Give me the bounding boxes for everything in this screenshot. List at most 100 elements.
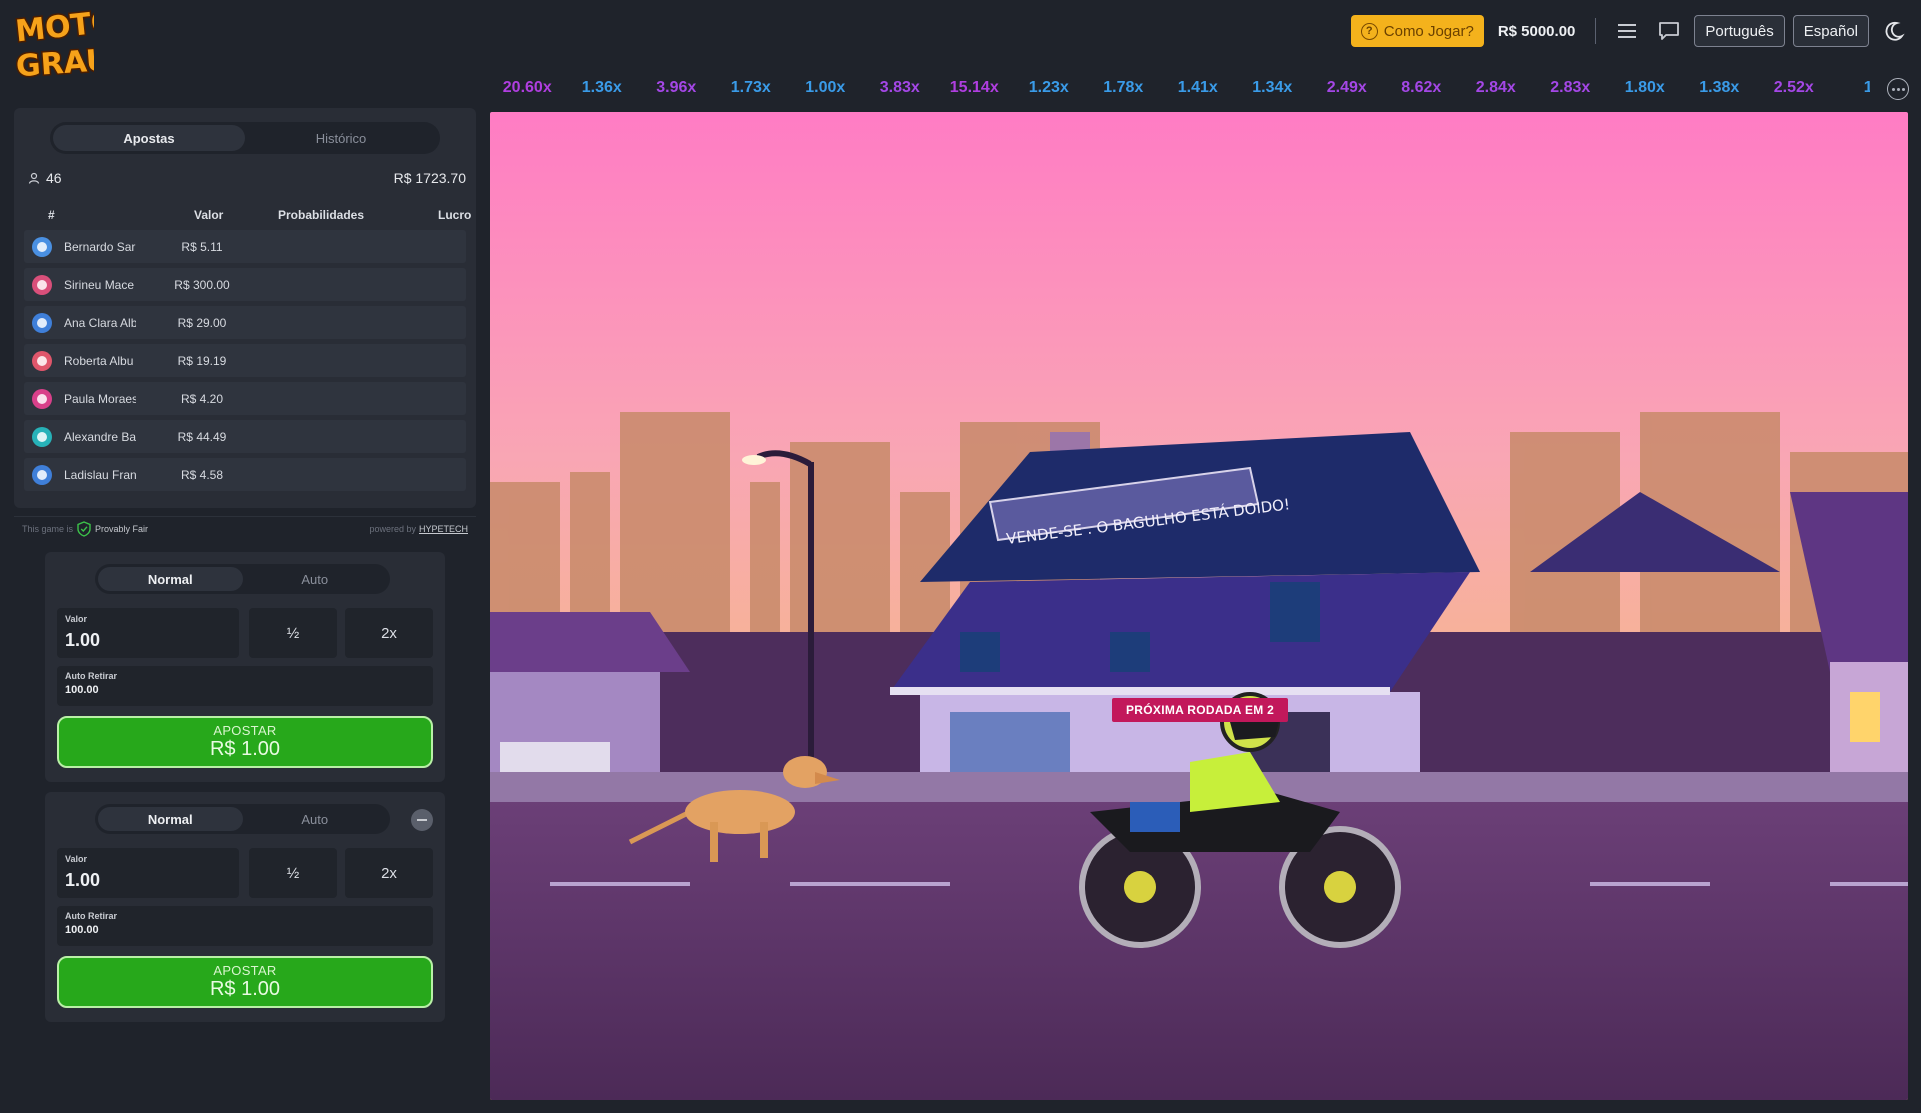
auto-cashout-value: 100.00	[65, 924, 99, 936]
theme-toggle-button[interactable]	[1877, 15, 1911, 47]
chat-button[interactable]	[1652, 15, 1686, 47]
player-count-value: 46	[46, 170, 62, 186]
minus-circle-icon	[417, 819, 427, 821]
auto-cashout-label: Auto Retirar	[65, 911, 118, 921]
provably-fair-bar: This game is Provably Fair powered by HYP…	[14, 516, 476, 540]
place-bet-button[interactable]: APOSTAR R$ 1.00	[57, 956, 433, 1008]
double-bet-button[interactable]: 2x	[345, 608, 433, 658]
player-name: Paula Moraes	[64, 391, 136, 406]
provably-fair-label: Provably Fair	[95, 523, 149, 534]
place-bet-label: APOSTAR	[213, 963, 277, 978]
bet-amount-field[interactable]: Valor 1.00	[57, 608, 239, 658]
multiplier-item: 1.80x	[1624, 79, 1665, 96]
place-bet-amount: R$ 1.00	[209, 738, 281, 760]
bet-value: R$ 300.00	[174, 277, 230, 292]
bets-list: Bernardo Sar R$ 5.11 Sirineu Mace R$ 300.00…	[24, 230, 466, 496]
bets-column-headers: # Valor Probabilidades Lucro	[34, 204, 474, 226]
menu-button[interactable]	[1610, 15, 1644, 47]
avatar	[32, 426, 52, 447]
bet-row: Ana Clara Alb R$ 29.00	[24, 306, 466, 339]
balance-display: R$ 5000.00	[1497, 22, 1576, 40]
tab-normal[interactable]: Normal	[98, 807, 243, 831]
bet-mode-tabs: Normal Auto	[95, 804, 390, 834]
multiplier-item: 15.14x	[949, 79, 999, 96]
bet-panel-1: Normal Auto Valor 1.00 ½ 2x Auto Retirar…	[45, 552, 445, 782]
place-bet-label: APOSTAR	[213, 723, 277, 738]
bet-amount-label: Valor	[65, 854, 88, 864]
provably-fair-link[interactable]: Provably Fair	[77, 520, 149, 537]
player-name: Ana Clara Alb	[64, 315, 136, 330]
powered-by-label: powered by	[369, 523, 416, 534]
bet-value: R$ 29.00	[177, 315, 227, 330]
provably-prefix: This game is	[22, 523, 74, 534]
multiplier-item: 2.52x	[1773, 79, 1814, 96]
bet-value: R$ 5.11	[181, 239, 223, 254]
col-valor: Valor	[194, 208, 224, 222]
tab-auto[interactable]: Auto	[243, 807, 388, 831]
bets-total: R$ 1723.70	[393, 170, 466, 186]
multiplier-history: 20.60x 1.36x 3.96x 1.73x 1.00x 3.83x 15.14x 1.2…	[490, 76, 1870, 100]
hypetech-link[interactable]: HYPETECH	[419, 524, 468, 534]
multiplier-item: 3.96x	[656, 79, 697, 96]
multiplier-item: 1	[1863, 79, 1870, 96]
bet-row: Roberta Albu R$ 19.19	[24, 344, 466, 377]
player-name: Roberta Albu	[64, 353, 134, 368]
powered-by: powered by HYPETECH	[369, 524, 468, 534]
bets-tabs: Apostas Histórico	[50, 122, 440, 154]
question-circle-icon: ?	[1360, 22, 1378, 40]
language-spanish-button[interactable]: Español	[1792, 15, 1869, 47]
bet-row: Ladislau Fran R$ 4.58	[24, 458, 466, 491]
player-name: Ladislau Fran	[64, 467, 136, 482]
auto-cashout-field[interactable]: Auto Retirar 100.00	[57, 666, 433, 706]
language-portuguese-button[interactable]: Português	[1694, 15, 1785, 47]
moon-icon	[1885, 21, 1905, 41]
header-divider	[1595, 18, 1597, 44]
bet-value: R$ 4.20	[180, 391, 224, 406]
svg-text:MOTO: MOTO	[14, 4, 94, 49]
tab-auto[interactable]: Auto	[243, 567, 388, 591]
half-bet-button[interactable]: ½	[249, 848, 337, 898]
bet-amount-label: Valor	[65, 614, 88, 624]
multiplier-item: 3.83x	[879, 79, 920, 96]
bet-row: Paula Moraes R$ 4.20	[24, 382, 466, 415]
col-hash: #	[48, 208, 55, 222]
chat-bubble-icon	[1659, 22, 1680, 40]
multiplier-item: 1.78x	[1103, 79, 1144, 96]
auto-cashout-value: 100.00	[65, 684, 99, 696]
game-canvas: VENDE-SE . O BAGULHO ESTÁ DOIDO! PRÓXIMA…	[490, 112, 1908, 1100]
avatar	[32, 236, 52, 257]
col-probabilidades: Probabilidades	[278, 208, 365, 222]
shield-check-icon	[77, 520, 91, 537]
more-dots-icon[interactable]	[1887, 78, 1909, 100]
avatar	[32, 350, 52, 371]
multiplier-item: 1.34x	[1252, 79, 1293, 96]
col-lucro: Lucro	[438, 208, 472, 222]
avatar	[32, 274, 52, 295]
bet-value: R$ 4.58	[180, 467, 224, 482]
avatar	[32, 464, 52, 485]
remove-bet-panel-button[interactable]	[411, 809, 433, 831]
multiplier-item: 20.60x	[502, 79, 552, 96]
auto-cashout-label: Auto Retirar	[65, 671, 118, 681]
half-bet-button[interactable]: ½	[249, 608, 337, 658]
multiplier-item: 8.62x	[1401, 79, 1442, 96]
tab-normal[interactable]: Normal	[98, 567, 243, 591]
how-to-play-label: Como Jogar?	[1383, 22, 1474, 40]
bets-summary: 46 R$ 1723.70	[28, 166, 466, 190]
header-toolbar: ? Como Jogar? R$ 5000.00 Português Españ…	[1350, 14, 1911, 48]
how-to-play-button[interactable]: ? Como Jogar?	[1350, 15, 1484, 47]
auto-cashout-field[interactable]: Auto Retirar 100.00	[57, 906, 433, 946]
multiplier-item: 1.38x	[1699, 79, 1740, 96]
player-name: Alexandre Ba	[64, 429, 136, 444]
place-bet-button[interactable]: APOSTAR R$ 1.00	[57, 716, 433, 768]
tab-apostas[interactable]: Apostas	[53, 125, 245, 151]
double-bet-button[interactable]: 2x	[345, 848, 433, 898]
moto-grau-logo: MOTO GRAU	[10, 3, 119, 86]
multiplier-item: 1.41x	[1177, 79, 1218, 96]
multiplier-item: 2.84x	[1475, 79, 1516, 96]
bet-amount-value: 1.00	[65, 870, 101, 890]
bet-amount-field[interactable]: Valor 1.00	[57, 848, 239, 898]
player-name: Bernardo Sar	[64, 239, 136, 254]
bet-row: Sirineu Mace R$ 300.00	[24, 268, 466, 301]
tab-historico[interactable]: Histórico	[245, 125, 437, 151]
